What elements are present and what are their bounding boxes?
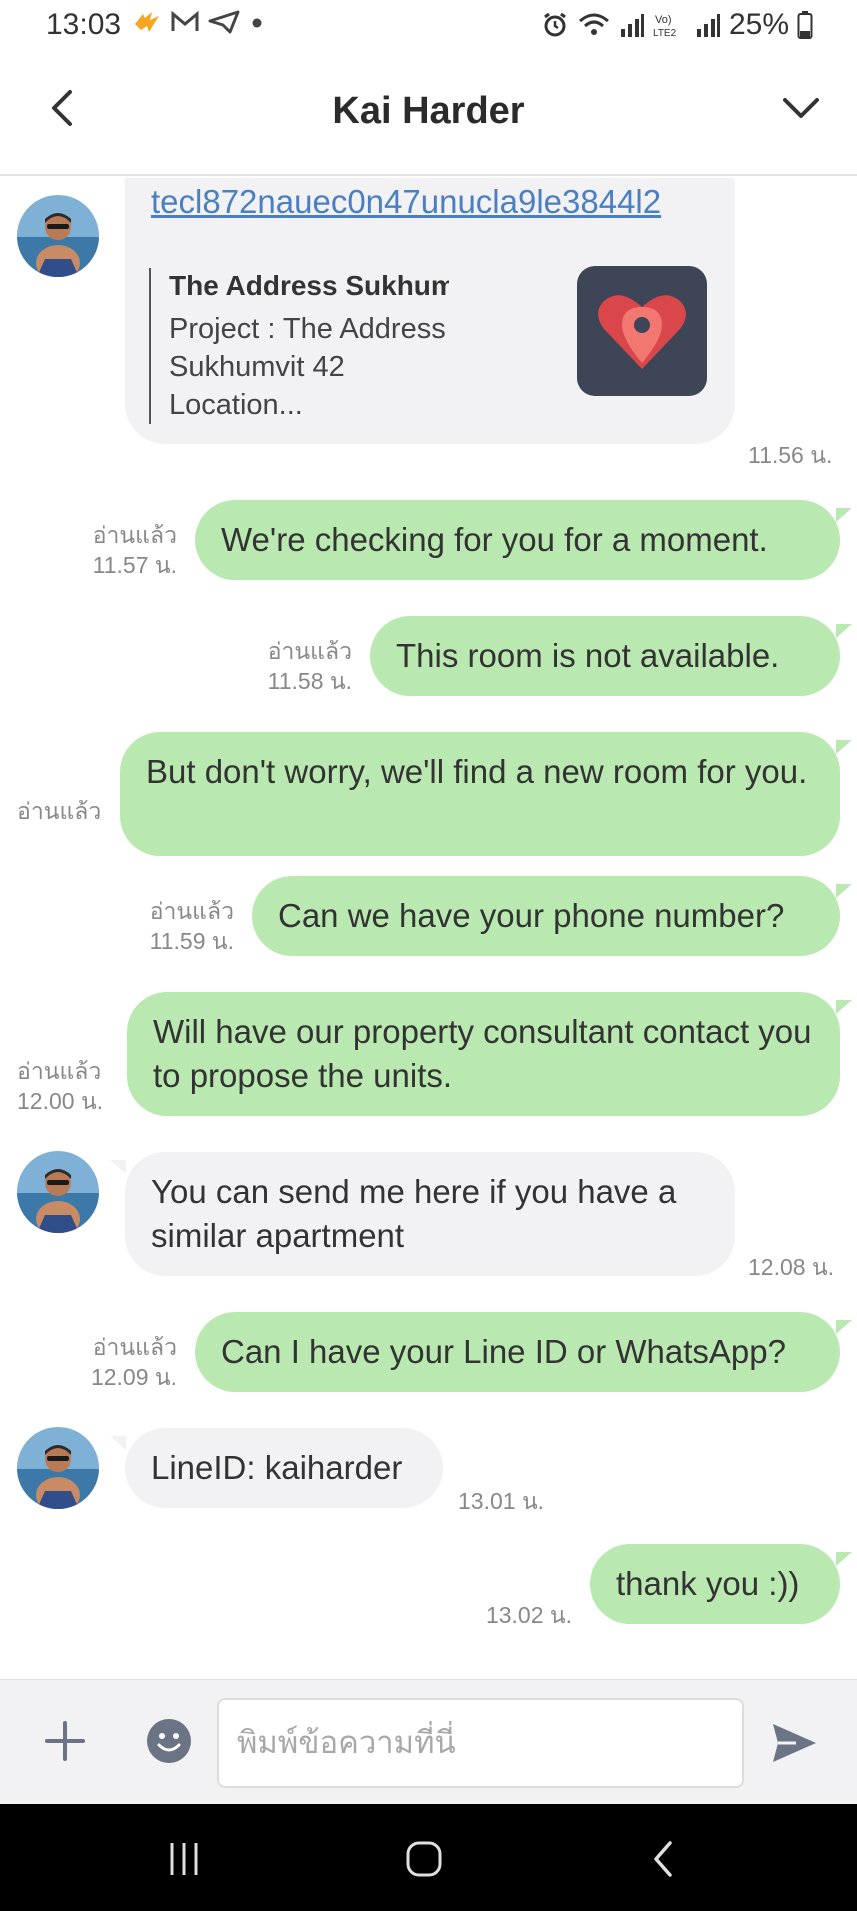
heart-location-icon [598, 295, 686, 369]
message-time: 13.02 น. [485, 1602, 572, 1628]
back-icon [654, 1841, 672, 1877]
emoji-button[interactable] [146, 1718, 192, 1764]
read-receipt: อ่านแล้ว [17, 798, 102, 824]
bubble-tail [836, 508, 852, 522]
plus-icon [45, 1721, 85, 1761]
avatar[interactable] [17, 1151, 99, 1233]
message-bubble-outgoing[interactable]: Will have our property consultant contac… [127, 992, 840, 1116]
bubble-tail [836, 884, 852, 898]
message-time: 13.01 น. [458, 1488, 545, 1514]
message-meta: อ่านแล้ว 11.58 น. [192, 636, 352, 696]
bubble-tail [836, 740, 852, 754]
read-receipt: อ่านแล้ว [267, 638, 352, 664]
message-bubble-outgoing[interactable]: This room is not available. [370, 616, 840, 696]
message-input[interactable] [217, 1698, 744, 1788]
volte-icon: Vo) LTE2 [653, 11, 687, 39]
system-icons: Vo) LTE2 25% [541, 8, 813, 42]
link-preview[interactable]: The Address Sukhumvit ... Project : The … [149, 268, 449, 424]
recent-apps-button[interactable] [154, 1834, 214, 1884]
system-back-button[interactable] [634, 1834, 694, 1884]
message-bubble-incoming[interactable]: LineID: kaiharder [125, 1428, 443, 1508]
read-receipt: อ่านแล้ว [17, 1058, 102, 1084]
message-list[interactable]: tecl872nauec0n47unucla9le3844l2 The Addr… [0, 178, 857, 1678]
bubble-tail [836, 624, 852, 638]
message-time: 11.58 น. [267, 668, 352, 694]
smiley-icon [147, 1719, 191, 1763]
svg-text:LTE2: LTE2 [653, 28, 677, 39]
read-receipt: อ่านแล้ว [92, 1334, 177, 1360]
message-time: 11.59 น. [149, 928, 234, 954]
link-preview-title: The Address Sukhumvit ... [169, 270, 449, 301]
bubble-tail [836, 1320, 852, 1334]
message-bubble-incoming[interactable]: You can send me here if you have a simil… [125, 1152, 735, 1276]
message-meta: อ่านแล้ว 11.57 น. [17, 520, 177, 580]
alarm-icon [541, 11, 569, 39]
send-icon [773, 1724, 816, 1762]
link-preview-description: Project : The Address Sukhumvit 42 Locat… [169, 313, 446, 421]
bubble-tail [836, 1000, 852, 1014]
message-link[interactable]: tecl872nauec0n47unucla9le3844l2 [151, 183, 661, 220]
svg-text:Vo): Vo) [655, 14, 672, 26]
message-bubble-incoming-link[interactable]: tecl872nauec0n47unucla9le3844l2 The Addr… [125, 178, 735, 444]
home-icon [406, 1841, 442, 1877]
notification-icons [132, 10, 266, 34]
message-bubble-outgoing[interactable]: thank you :)) [590, 1544, 840, 1624]
message-text: Can we have your phone number? [278, 897, 785, 934]
signal-icon [695, 11, 721, 39]
message-meta: 13.02 น. [412, 1600, 572, 1630]
message-text: thank you :)) [616, 1565, 800, 1602]
read-receipt: อ่านแล้ว [92, 522, 177, 548]
message-bubble-outgoing[interactable]: We're checking for you for a moment. [195, 500, 840, 580]
recent-apps-icon [170, 1843, 198, 1875]
message-time: 11.57 น. [92, 552, 177, 578]
message-meta: อ่านแล้ว 12.00 น. [17, 1056, 112, 1116]
fire-app-icon [132, 10, 162, 34]
chat-title: Kai Harder [332, 90, 525, 132]
bubble-tail [110, 1160, 126, 1174]
add-attachment-button[interactable] [40, 1716, 90, 1766]
message-time: 12.09 น. [90, 1364, 177, 1390]
avatar-photo [17, 1427, 99, 1509]
message-text: LineID: kaiharder [151, 1449, 403, 1486]
message-time: 12.00 น. [17, 1088, 104, 1114]
system-navigation-bar [0, 1804, 857, 1911]
status-bar: 13:03 Vo) LTE2 25% [0, 0, 857, 52]
message-text: This room is not available. [396, 637, 780, 674]
message-text: Will have our property consultant contac… [153, 1013, 812, 1094]
send-button[interactable] [767, 1716, 821, 1770]
battery-percentage: 25% [728, 8, 789, 41]
message-bubble-outgoing[interactable]: Can we have your phone number? [252, 876, 840, 956]
message-text: We're checking for you for a moment. [221, 521, 768, 558]
read-receipt: อ่านแล้ว [149, 898, 234, 924]
home-button[interactable] [394, 1834, 454, 1884]
bubble-tail [110, 1436, 126, 1450]
wifi-icon [577, 11, 611, 39]
signal-icon [619, 11, 645, 39]
chat-menu-button[interactable] [775, 84, 827, 132]
message-text: But don't worry, we'll find a new room f… [146, 753, 808, 790]
link-preview-thumbnail [577, 266, 707, 396]
message-meta: อ่านแล้ว [17, 796, 107, 826]
gmail-icon [170, 10, 200, 34]
avatar[interactable] [17, 1427, 99, 1509]
telegram-icon [208, 10, 240, 34]
message-meta: อ่านแล้ว 12.09 น. [17, 1332, 177, 1392]
message-input-bar [0, 1679, 857, 1804]
message-bubble-outgoing[interactable]: Can I have your Line ID or WhatsApp? [195, 1312, 840, 1392]
battery-icon [797, 10, 813, 40]
dot-icon [248, 10, 266, 34]
chat-header: Kai Harder [0, 52, 857, 176]
status-time: 13:03 [46, 8, 122, 41]
message-time: 12.08 น. [748, 1254, 835, 1280]
avatar[interactable] [17, 195, 99, 277]
message-text: Can I have your Line ID or WhatsApp? [221, 1333, 786, 1370]
message-text: You can send me here if you have a simil… [151, 1173, 677, 1254]
message-time: 11.56 น. [748, 442, 833, 468]
bubble-tail [836, 1552, 852, 1566]
avatar-photo [17, 1151, 99, 1233]
message-meta: อ่านแล้ว 11.59 น. [74, 896, 234, 956]
avatar-photo [17, 195, 99, 277]
chevron-down-icon [783, 98, 819, 118]
message-bubble-outgoing[interactable]: But don't worry, we'll find a new room f… [120, 732, 840, 856]
